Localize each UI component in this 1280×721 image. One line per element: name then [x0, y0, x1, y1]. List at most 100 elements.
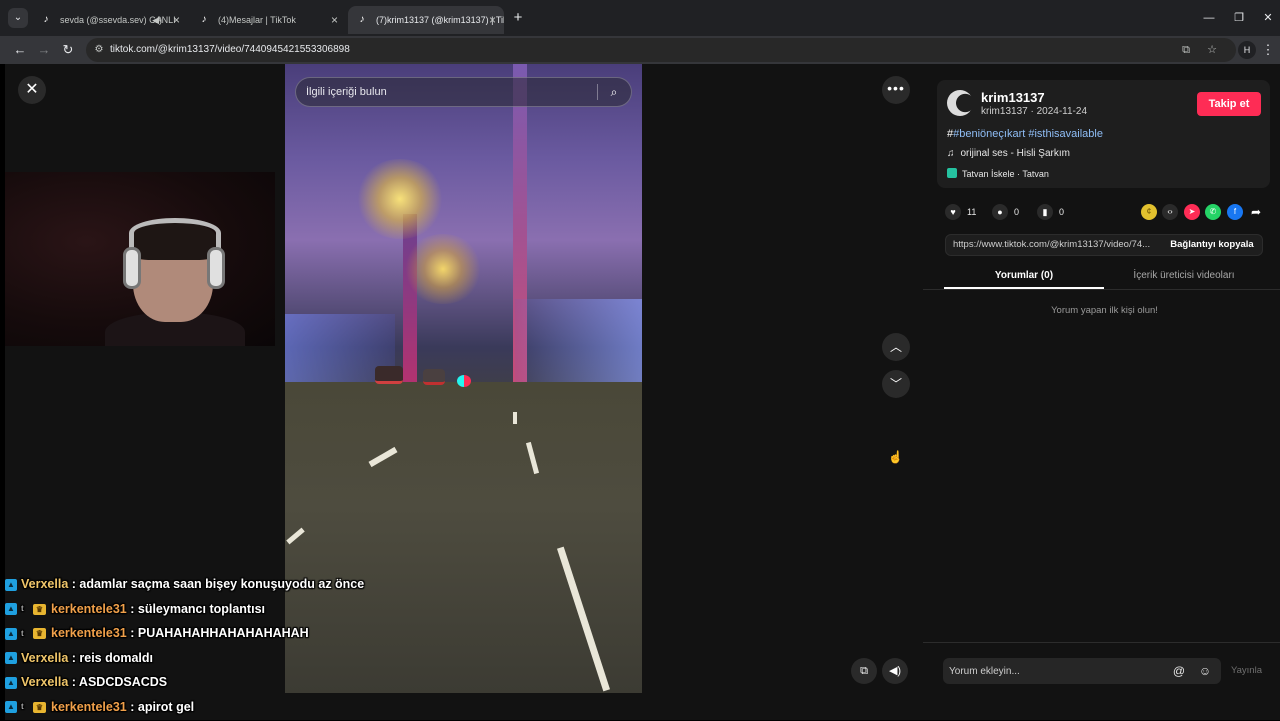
sub-badge-icon: t [21, 697, 27, 717]
chat-text: süleymancı toplantısı [138, 602, 265, 616]
location-info[interactable]: Tatvan İskele · Tatvan [947, 168, 1049, 179]
previous-video-button[interactable]: ︿ [882, 333, 910, 361]
chat-username: Verxella [21, 675, 68, 689]
chat-separator: : [127, 700, 138, 714]
headphone-right [207, 247, 225, 289]
save-count[interactable]: ▮0 [1037, 204, 1064, 220]
forward-icon[interactable]: → [34, 40, 54, 60]
tab-creator-videos[interactable]: İçerik üreticisi videoları [1104, 264, 1264, 289]
prime-badge-icon: ▲ [5, 652, 17, 664]
coin-icon[interactable]: ¢ [1141, 204, 1157, 220]
location-text[interactable]: Tatvan İskele · Tatvan [962, 169, 1049, 179]
chat-message: ▲Verxella : adamlar saçma saan bişey kon… [5, 574, 605, 599]
browser-menu-icon[interactable]: ⋮ [1258, 40, 1278, 60]
crown-badge-icon: ♛ [33, 604, 46, 615]
chat-username: kerkentele31 [51, 700, 127, 714]
post-date: 2024-11-24 [1037, 106, 1087, 117]
browser-tab-bar: ⌄ ♪ sevda (@ssevda.sev) CANLI ◀) × ♪ (4)… [0, 0, 1280, 36]
address-bar[interactable]: ⚙ tiktok.com/@krim13137/video/7440945421… [86, 38, 1236, 62]
close-tab-icon[interactable]: × [173, 6, 180, 34]
send-to-friends-icon[interactable]: ➤ [1184, 204, 1200, 220]
author-handle[interactable]: krim13137 [981, 106, 1028, 117]
chat-message: ▲t♛kerkentele31 : PUAHAHAHHAHAHAHAHAH [5, 623, 605, 648]
headphone-band [129, 218, 221, 248]
copy-link-box: https://www.tiktok.com/@krim13137/video/… [945, 234, 1263, 256]
video-link-url[interactable]: https://www.tiktok.com/@krim13137/video/… [953, 235, 1159, 255]
related-search-input[interactable] [306, 78, 586, 106]
chat-message: ▲Verxella : reis domaldı [5, 648, 605, 673]
panel-tabs: Yorumlar (0) İçerik üreticisi videoları [923, 264, 1280, 290]
share-arrow-icon[interactable]: ➦ [1248, 204, 1264, 220]
location-pin-icon [947, 168, 957, 178]
bookmark-icon[interactable]: ▮ [1037, 204, 1053, 220]
tab-krim13137[interactable]: ♪ (7)krim13137 (@krim13137) | TikTok × [348, 6, 504, 34]
music-title[interactable]: orijinal ses - Hisli Şarkım [961, 148, 1070, 159]
like-count[interactable]: ♥ 11 [945, 204, 976, 220]
tiktok-icon: ♪ [40, 14, 52, 26]
tab-title: (7)krim13137 (@krim13137) | TikTok [376, 15, 504, 25]
heart-icon[interactable]: ♥ [945, 204, 961, 220]
embed-code-icon[interactable]: ‹› [1162, 204, 1178, 220]
street-light [403, 234, 483, 304]
window-close-icon[interactable]: ✕ [1256, 8, 1280, 28]
headphone-left [123, 247, 141, 289]
whatsapp-icon[interactable]: ✆ [1205, 204, 1221, 220]
volume-button[interactable]: ◀) [882, 658, 908, 684]
post-hashtags: ##beniöneçıkart #isthisavailable [947, 128, 1103, 140]
stream-chat-overlay: ▲Verxella : adamlar saçma saan bişey kon… [5, 574, 605, 721]
comment-input[interactable] [949, 658, 1159, 684]
restore-icon[interactable]: ❐ [1227, 8, 1251, 28]
prime-badge-icon: ▲ [5, 628, 17, 640]
close-tab-icon[interactable]: × [331, 6, 338, 34]
loading-spinner [457, 375, 471, 387]
search-divider [597, 84, 598, 100]
music-info[interactable]: ♫ orijinal ses - Hisli Şarkım [947, 148, 1070, 159]
chat-text: PUAHAHAHHAHAHAHAHAH [138, 626, 309, 640]
copy-link-button[interactable]: Bağlantıyı kopyala [1162, 235, 1262, 255]
back-icon[interactable]: ← [10, 40, 30, 60]
prime-badge-icon: ▲ [5, 701, 17, 713]
minimize-icon[interactable]: — [1197, 8, 1221, 28]
chat-separator: : [127, 602, 138, 616]
comment-input-box[interactable]: @ ☺ [943, 658, 1221, 684]
author-avatar[interactable] [947, 90, 973, 116]
tab-messages[interactable]: ♪ (4)Mesajlar | TikTok × [190, 6, 346, 34]
close-video-button[interactable]: ✕ [18, 76, 46, 104]
tab-search-menu-icon[interactable]: ⌄ [8, 8, 28, 28]
related-search-bar[interactable]: ⌕ [295, 77, 632, 107]
close-tab-icon[interactable]: × [489, 6, 496, 34]
reload-icon[interactable]: ↻ [58, 40, 78, 60]
next-video-button[interactable]: ﹀ [882, 370, 910, 398]
tab-sevda-live[interactable]: ♪ sevda (@ssevda.sev) CANLI ◀) × [32, 6, 188, 34]
sub-badge-icon: t [21, 624, 27, 644]
music-note-icon: ♫ [947, 148, 955, 159]
prime-badge-icon: ▲ [5, 677, 17, 689]
chat-username: Verxella [21, 651, 68, 665]
mention-icon[interactable]: @ [1171, 663, 1187, 679]
bookmark-star-icon[interactable]: ☆ [1204, 42, 1220, 58]
more-options-button[interactable]: ••• [882, 76, 910, 104]
comment-icon[interactable]: ● [992, 204, 1008, 220]
hashtag-links[interactable]: #beniöneçıkart #isthisavailable [953, 128, 1103, 140]
emoji-icon[interactable]: ☺ [1197, 663, 1213, 679]
author-username[interactable]: krim13137 [981, 90, 1045, 105]
street-light [355, 159, 445, 239]
follow-button[interactable]: Takip et [1197, 92, 1261, 116]
picture-in-picture-button[interactable]: ⧉ [851, 658, 877, 684]
install-app-icon[interactable]: ⧉ [1178, 42, 1194, 58]
profile-avatar[interactable]: H [1238, 41, 1256, 59]
comment-count[interactable]: ●0 [992, 204, 1019, 220]
crown-badge-icon: ♛ [33, 702, 46, 713]
sub-badge-icon: t [21, 599, 27, 619]
post-comment-button[interactable]: Yayınla [1231, 665, 1262, 676]
tab-comments[interactable]: Yorumlar (0) [944, 264, 1104, 289]
search-icon[interactable]: ⌕ [605, 83, 623, 101]
likes-value: 11 [967, 207, 976, 217]
speaker-icon[interactable]: ◀) [152, 6, 162, 34]
site-info-icon[interactable]: ⚙ [92, 43, 106, 57]
comments-value: 0 [1014, 207, 1019, 217]
new-tab-icon[interactable]: + [510, 8, 526, 28]
facebook-icon[interactable]: f [1227, 204, 1243, 220]
chat-separator: : [127, 626, 138, 640]
url-text[interactable]: tiktok.com/@krim13137/video/744094542155… [110, 38, 350, 62]
